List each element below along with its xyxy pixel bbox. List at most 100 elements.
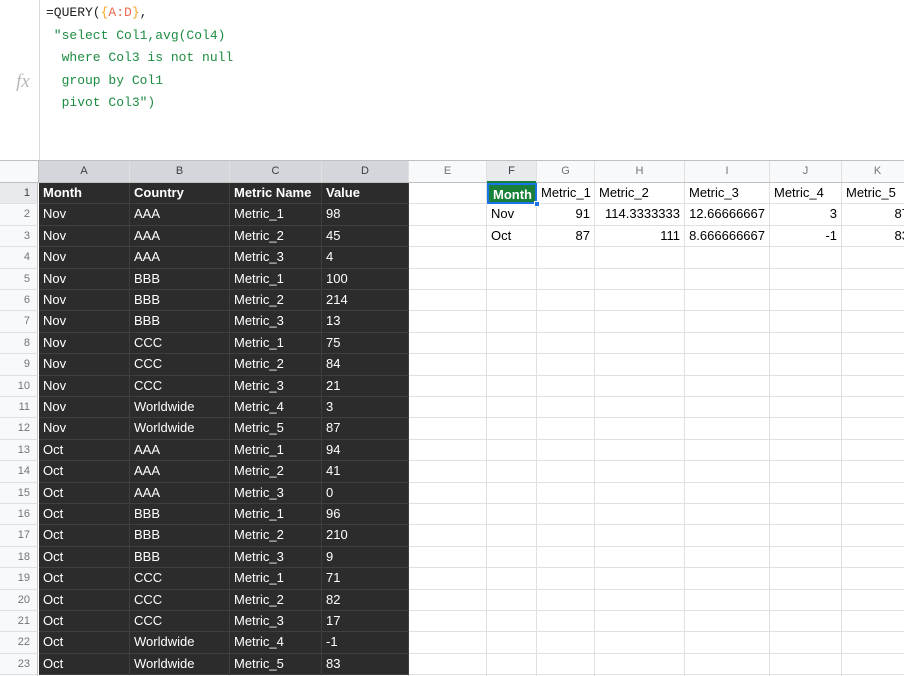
cell-G17[interactable]: [537, 525, 595, 547]
row-header-21[interactable]: 21: [0, 611, 38, 633]
cell-K7[interactable]: [842, 311, 904, 333]
cell-H5[interactable]: [595, 268, 685, 290]
cell-K9[interactable]: [842, 354, 904, 376]
source-data-cell[interactable]: Metric_2: [230, 354, 322, 376]
source-data-cell[interactable]: 87: [322, 418, 409, 440]
source-data-cell[interactable]: CCC: [130, 568, 230, 590]
column-header-i[interactable]: I: [685, 161, 770, 182]
cell-E9[interactable]: [409, 354, 487, 376]
cell-H4[interactable]: [595, 247, 685, 269]
cell-K14[interactable]: [842, 461, 904, 483]
source-data-cell[interactable]: BBB: [130, 504, 230, 526]
column-header-k[interactable]: K: [842, 161, 904, 182]
source-data-cell[interactable]: Metric_3: [230, 375, 322, 397]
source-data-cell[interactable]: Nov: [39, 375, 130, 397]
cell-H19[interactable]: [595, 568, 685, 590]
cell-K10[interactable]: [842, 376, 904, 397]
result-data-cell[interactable]: -1: [770, 225, 842, 248]
cell-E20[interactable]: [409, 589, 487, 611]
cell-F19[interactable]: [487, 568, 537, 590]
cell-I6[interactable]: [685, 290, 770, 312]
cell-F6[interactable]: [487, 290, 537, 312]
cell-E22[interactable]: [409, 632, 487, 654]
source-data-cell[interactable]: Metric_3: [230, 546, 322, 569]
source-data-cell[interactable]: Metric_1: [230, 439, 322, 462]
cell-G18[interactable]: [537, 546, 595, 569]
cell-I14[interactable]: [685, 461, 770, 483]
result-header-cell[interactable]: Metric_4: [770, 183, 842, 205]
source-data-cell[interactable]: AAA: [130, 461, 230, 483]
row-header-14[interactable]: 14: [0, 461, 38, 483]
cell-G16[interactable]: [537, 504, 595, 526]
cell-K19[interactable]: [842, 568, 904, 590]
source-data-cell[interactable]: Oct: [39, 439, 130, 462]
row-header-10[interactable]: 10: [0, 375, 38, 397]
cell-H21[interactable]: [595, 611, 685, 633]
cell-G7[interactable]: [537, 311, 595, 333]
cell-H13[interactable]: [595, 439, 685, 462]
source-data-cell[interactable]: BBB: [130, 525, 230, 547]
cell-K18[interactable]: [842, 547, 904, 569]
result-data-cell[interactable]: 12.66666667: [685, 204, 770, 226]
source-data-cell[interactable]: Oct: [39, 525, 130, 547]
source-data-cell[interactable]: 71: [322, 568, 409, 590]
row-header-11[interactable]: 11: [0, 397, 38, 419]
cell-K15[interactable]: [842, 483, 904, 504]
cell-I15[interactable]: [685, 482, 770, 504]
cell-I16[interactable]: [685, 504, 770, 526]
cell-J21[interactable]: [770, 611, 842, 633]
cell-G22[interactable]: [537, 632, 595, 654]
source-header-cell[interactable]: Value: [322, 183, 409, 205]
cell-I17[interactable]: [685, 525, 770, 547]
source-data-cell[interactable]: Metric_2: [230, 225, 322, 248]
row-header-12[interactable]: 12: [0, 418, 38, 440]
cell-I11[interactable]: [685, 397, 770, 419]
cell-I8[interactable]: [685, 332, 770, 355]
result-data-cell[interactable]: 91: [537, 204, 595, 226]
source-data-cell[interactable]: AAA: [130, 204, 230, 226]
row-header-19[interactable]: 19: [0, 568, 38, 590]
cell-J10[interactable]: [770, 375, 842, 397]
cell-G11[interactable]: [537, 397, 595, 419]
source-data-cell[interactable]: Worldwide: [130, 653, 230, 676]
cell-J15[interactable]: [770, 482, 842, 504]
result-data-cell[interactable]: Oct: [487, 225, 537, 248]
source-data-cell[interactable]: Metric_2: [230, 589, 322, 611]
source-data-cell[interactable]: Worldwide: [130, 397, 230, 419]
cell-J14[interactable]: [770, 461, 842, 483]
cell-I21[interactable]: [685, 611, 770, 633]
cell-G6[interactable]: [537, 290, 595, 312]
source-data-cell[interactable]: Metric_3: [230, 482, 322, 504]
cell-J18[interactable]: [770, 546, 842, 569]
source-data-cell[interactable]: BBB: [130, 268, 230, 290]
source-data-cell[interactable]: Metric_3: [230, 311, 322, 333]
cell-E5[interactable]: [409, 268, 487, 290]
cell-F14[interactable]: [487, 461, 537, 483]
cell-E18[interactable]: [409, 546, 487, 569]
cell-I20[interactable]: [685, 589, 770, 611]
row-header-13[interactable]: 13: [0, 439, 38, 462]
source-data-cell[interactable]: Oct: [39, 482, 130, 504]
cell-I5[interactable]: [685, 268, 770, 290]
cell-I18[interactable]: [685, 546, 770, 569]
result-data-cell[interactable]: 111: [595, 225, 685, 248]
cell-G23[interactable]: [537, 653, 595, 676]
cell-F11[interactable]: [487, 397, 537, 419]
cell-E23[interactable]: [409, 653, 487, 676]
cell-E12[interactable]: [409, 418, 487, 440]
source-data-cell[interactable]: Metric_5: [230, 418, 322, 440]
row-header-4[interactable]: 4: [0, 247, 38, 269]
cell-I4[interactable]: [685, 247, 770, 269]
cell-E10[interactable]: [409, 375, 487, 397]
cell-E19[interactable]: [409, 568, 487, 590]
result-data-cell[interactable]: 3: [770, 204, 842, 226]
source-data-cell[interactable]: Nov: [39, 354, 130, 376]
source-data-cell[interactable]: 17: [322, 611, 409, 633]
cell-H12[interactable]: [595, 418, 685, 440]
source-header-cell[interactable]: Metric Name: [230, 183, 322, 205]
source-data-cell[interactable]: 214: [322, 290, 409, 312]
cell-K21[interactable]: [842, 611, 904, 633]
select-all-corner[interactable]: [0, 161, 39, 183]
source-data-cell[interactable]: BBB: [130, 311, 230, 333]
cell-G4[interactable]: [537, 247, 595, 269]
